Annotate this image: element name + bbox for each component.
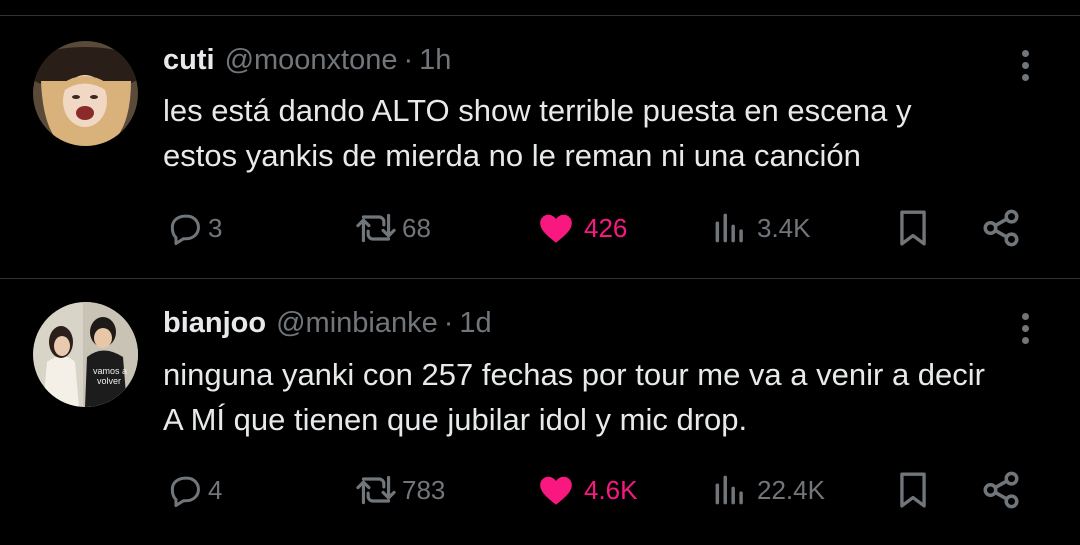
tweet-text: les está dando ALTO show terrible puesta… xyxy=(163,88,1063,178)
separator: · xyxy=(403,44,414,76)
handle[interactable]: @moonxtone xyxy=(225,44,398,76)
bookmark-button[interactable] xyxy=(894,465,932,515)
like-button[interactable]: 426 xyxy=(536,203,627,253)
heart-icon xyxy=(540,476,572,505)
tweet-actions: 4 783 4.6K 22.4K xyxy=(0,465,1080,515)
tweet[interactable]: cuti @moonxtone · 1h les está dando ALTO sh… xyxy=(0,16,1080,278)
tweet-header: bianjoo @minbianke · 1d xyxy=(163,306,492,340)
like-count: 4.6K xyxy=(584,474,638,505)
heart-icon xyxy=(540,214,572,243)
reply-icon xyxy=(170,214,200,246)
tweet-text-line: ninguna yanki con 257 fechas por tour me… xyxy=(163,357,985,392)
tweet-text-line: A MÍ que tienen que jubilar idol y mic d… xyxy=(163,402,748,437)
bookmark-button[interactable] xyxy=(894,203,932,253)
reply-button[interactable]: 3 xyxy=(166,203,222,253)
view-count: 22.4K xyxy=(757,474,825,505)
retweet-button[interactable]: 783 xyxy=(354,465,445,515)
like-button[interactable]: 4.6K xyxy=(536,465,638,515)
reply-count: 3 xyxy=(208,212,223,243)
timestamp[interactable]: 1h xyxy=(419,44,451,76)
avatar-photo-text: volver xyxy=(97,376,121,386)
views-icon xyxy=(715,213,743,243)
avatar[interactable]: vamos a volver xyxy=(33,302,138,407)
retweet-icon xyxy=(356,213,396,243)
retweet-button[interactable]: 68 xyxy=(354,203,431,253)
handle[interactable]: @minbianke xyxy=(276,307,438,339)
reply-icon xyxy=(170,476,200,508)
separator: · xyxy=(443,307,454,339)
more-icon[interactable] xyxy=(1012,309,1040,349)
share-icon xyxy=(983,471,1019,509)
tweet-text-line: estos yankis de mierda no le reman ni un… xyxy=(163,138,861,173)
share-icon xyxy=(983,209,1019,247)
timestamp[interactable]: 1d xyxy=(459,307,491,339)
retweet-count: 68 xyxy=(402,212,431,243)
tweet-header: cuti @moonxtone · 1h xyxy=(163,43,451,77)
views-icon xyxy=(715,475,743,505)
views-button[interactable]: 22.4K xyxy=(711,465,825,515)
tweet-actions: 3 68 426 3.4K xyxy=(0,203,1080,253)
tweet-text: ninguna yanki con 257 fechas por tour me… xyxy=(163,352,1063,442)
display-name[interactable]: cuti xyxy=(163,44,215,76)
retweet-icon xyxy=(356,475,396,505)
share-button[interactable] xyxy=(980,465,1022,515)
like-count: 426 xyxy=(584,212,628,243)
display-name[interactable]: bianjoo xyxy=(163,307,266,339)
tweet[interactable]: vamos a volver bianjoo @minbianke · 1d ning… xyxy=(0,279,1080,545)
tweet-text-line: les está dando ALTO show terrible puesta… xyxy=(163,93,912,128)
reply-button[interactable]: 4 xyxy=(166,465,222,515)
bookmark-icon xyxy=(900,472,926,508)
reply-count: 4 xyxy=(208,474,223,505)
retweet-count: 783 xyxy=(402,474,446,505)
view-count: 3.4K xyxy=(757,212,811,243)
avatar[interactable] xyxy=(33,41,138,146)
share-button[interactable] xyxy=(980,203,1022,253)
bookmark-icon xyxy=(900,210,926,246)
avatar-photo-text: vamos a xyxy=(93,366,127,376)
more-icon[interactable] xyxy=(1012,46,1040,86)
views-button[interactable]: 3.4K xyxy=(711,203,811,253)
